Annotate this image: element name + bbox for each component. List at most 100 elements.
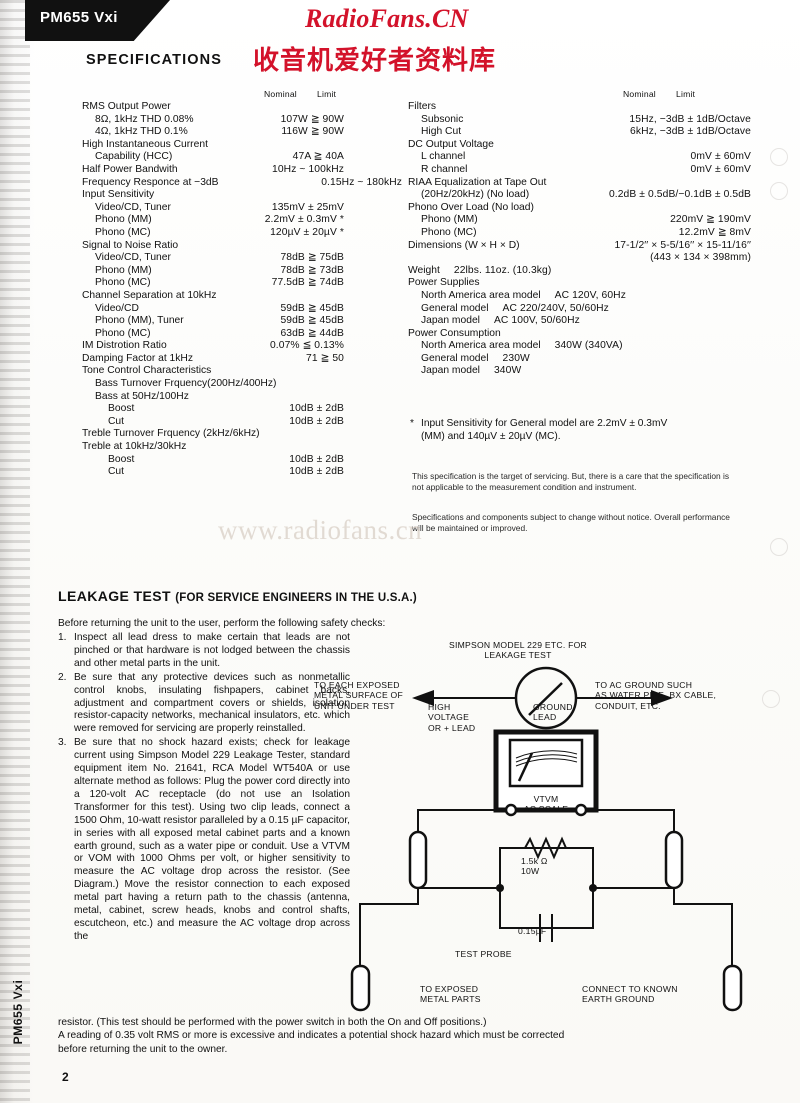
spec-row: North America area model AC 120V, 60Hz (408, 290, 753, 303)
list-item-number: 1. (58, 632, 67, 643)
spec-row-name: Subsonic (421, 113, 464, 125)
spec-row-name: Cut (108, 466, 125, 478)
spec-row-name: DC Output Voltage (408, 138, 494, 150)
spec-row-value: 340W (340VA) (554, 340, 623, 352)
side-model-label: PM655 Vxi (11, 979, 25, 1045)
spec-row-name: Treble at 10kHz/30kHz (82, 441, 187, 453)
spec-row-name: North America area model (421, 340, 541, 352)
spec-row-name: High Cut (421, 126, 462, 138)
registration-mark-right-low (770, 538, 788, 556)
model-tab: PM655 Vxi (25, 0, 170, 41)
spec-row: Cut 10dB ± 2dB (82, 416, 402, 429)
spec-row-name: Boost (108, 403, 135, 415)
diagram-vtvm-label: VTVM AC SCALE (523, 794, 569, 815)
spec-row-value: 2.2mV ± 0.3mV * (264, 214, 344, 226)
spec-row-name: Japan model (421, 315, 480, 327)
spec-row: Signal to Noise Ratio (82, 240, 402, 253)
spec-row-value: AC 220/240V, 50/60Hz (502, 302, 609, 314)
spec-row-name: Channel Separation at 10kHz (82, 289, 217, 301)
spec-row-name: Damping Factor at 1kHz (82, 352, 194, 364)
spec-row: Channel Separation at 10kHz (82, 290, 402, 303)
spec-row-name: Phono (MC) (95, 226, 151, 238)
spec-row-value: 0.15Hz ~ 180kHz (321, 176, 402, 188)
spec-row-value: 71 ≧ 50 (306, 352, 344, 364)
spec-row: Input Sensitivity (82, 189, 402, 202)
spec-row: Treble at 10kHz/30kHz (82, 441, 402, 454)
leakage-test-intro: Before returning the unit to the user, p… (58, 618, 386, 629)
spec-row-name: Power Supplies (408, 277, 480, 289)
spec-row-name: North America area model (421, 289, 541, 301)
spec-row: Half Power Bandwith 10Hz ~ 100kHz (82, 164, 402, 177)
spec-row-value: 107W ≧ 90W (280, 113, 344, 125)
spec-row-name: Japan model (421, 365, 480, 377)
specifications-table-right: Nominal Limit Filters Subsonic 15Hz, −3dB … (408, 88, 753, 378)
spec-row-value: 230W (502, 352, 530, 364)
spec-row-value: 10dB ± 2dB (289, 403, 344, 415)
spec-row: Boost 10dB ± 2dB (82, 403, 402, 416)
spec-row: Phono (MM), Tuner 59dB ≧ 45dB (82, 315, 402, 328)
spec-row-name: Phono Over Load (No load) (408, 201, 534, 213)
spec-row-name: Video/CD, Tuner (95, 201, 171, 213)
diagram-earth-ground-label: CONNECT TO KNOWN EARTH GROUND (582, 984, 678, 1005)
spec-row: RIAA Equalization at Tape Out (408, 177, 753, 190)
spec-row-name: IM Distrotion Ratio (82, 340, 167, 352)
spec-row-value: AC 100V, 50/60Hz (493, 315, 580, 327)
spec-row: Phono (MM) 220mV ≧ 190mV (408, 214, 753, 227)
spec-row: High Instantaneous Current (82, 139, 402, 152)
spec-row-name: Bass at 50Hz/100Hz (95, 390, 189, 402)
spec-row-name: Frequency Responce at −3dB (82, 176, 219, 188)
diagram-ground-lead-label: GROUND LEAD (533, 702, 573, 723)
spec-row: Damping Factor at 1kHz 71 ≧ 50 (82, 353, 402, 366)
spec-row-name: R channel (421, 163, 468, 175)
spec-row-name: Treble Turnover Frquency (2kHz/6kHz) (82, 428, 260, 440)
spec-row-name: Phono (MM) (95, 214, 152, 226)
footnote-marker: * (410, 418, 414, 429)
spec-row-value: 220mV ≧ 190mV (670, 214, 751, 226)
spec-row-name: Half Power Bandwith (82, 163, 178, 175)
spec-row: Phono (MM) 2.2mV ± 0.3mV * (82, 214, 402, 227)
registration-mark-right-mid (770, 182, 788, 200)
leakage-test-title-sub: (FOR SERVICE ENGINEERS IN THE U.S.A.) (175, 592, 417, 604)
scan-edge-artifact (0, 0, 30, 1103)
spec-row: Video/CD, Tuner 135mV ± 25mV (82, 202, 402, 215)
header-nominal: Nominal (264, 89, 297, 99)
spec-row-name: Dimensions (W × H × D) (408, 239, 520, 251)
spec-row-value: 63dB ≧ 44dB (280, 327, 344, 339)
spec-row-name: Phono (MC) (95, 327, 151, 339)
diagram-capacitor-label: 0.15µF (518, 926, 547, 936)
spec-row: R channel 0mV ± 60mV (408, 164, 753, 177)
spec-row-name: High Instantaneous Current (82, 138, 208, 150)
spec-row-name: Phono (MC) (95, 277, 151, 289)
registration-mark-right-top (770, 148, 788, 166)
spec-row-name: 8Ω, 1kHz THD 0.08% (95, 113, 194, 125)
diagram-title-label: SIMPSON MODEL 229 ETC. FOR LEAKAGE TEST (449, 640, 587, 661)
spec-row: RMS Output Power (82, 101, 402, 114)
spec-row: North America area model 340W (340VA) (408, 340, 753, 353)
specifications-title: SPECIFICATIONS (86, 52, 222, 68)
spec-row-value: 135mV ± 25mV (271, 201, 344, 213)
spec-row-name: Capability (HCC) (95, 151, 173, 163)
model-tab-label: PM655 Vxi (40, 9, 118, 26)
spec-row: 4Ω, 1kHz THD 0.1% 116W ≧ 90W (82, 126, 402, 139)
spec-row-name: RMS Output Power (82, 101, 171, 112)
spec-row-value: 12.2mV ≧ 8mV (678, 226, 751, 238)
spec-row-value: 10Hz ~ 100kHz (272, 163, 344, 175)
spec-row-value: 78dB ≧ 73dB (280, 264, 344, 276)
spec-row-value: 22lbs. 11oz. (10.3kg) (453, 264, 552, 276)
spec-row-value: 17-1/2′′ × 5-5/16′′ × 15-11/16′′ (614, 239, 751, 251)
diagram-high-voltage-label: HIGH VOLTAGE OR + LEAD (428, 702, 476, 733)
spec-row: General model AC 220/240V, 50/60Hz (408, 303, 753, 316)
footnote-line-2: (MM) and 140µV ± 20µV (MC). (421, 430, 561, 442)
watermark-url: www.radiofans.cn (218, 515, 423, 545)
diagram-exposed-metal-label: TO EXPOSED METAL PARTS (420, 984, 481, 1005)
spec-row: DC Output Voltage (408, 139, 753, 152)
spec-row-value: 78dB ≧ 75dB (280, 252, 344, 264)
watermark-chinese-text: 收音机爱好者资料库 (253, 46, 497, 76)
spec-column-headers-left: Nominal Limit (82, 88, 402, 101)
spec-row-name: Phono (MM) (95, 264, 152, 276)
spec-row-value: (443 × 134 × 398mm) (650, 252, 751, 264)
spec-row: IM Distrotion Ratio 0.07% ≦ 0.13% (82, 340, 402, 353)
spec-row: Frequency Responce at −3dB 0.15Hz ~ 180kH… (82, 177, 402, 190)
spec-row: Video/CD, Tuner 78dB ≧ 75dB (82, 252, 402, 265)
spec-row-name: Input Sensitivity (82, 189, 155, 201)
